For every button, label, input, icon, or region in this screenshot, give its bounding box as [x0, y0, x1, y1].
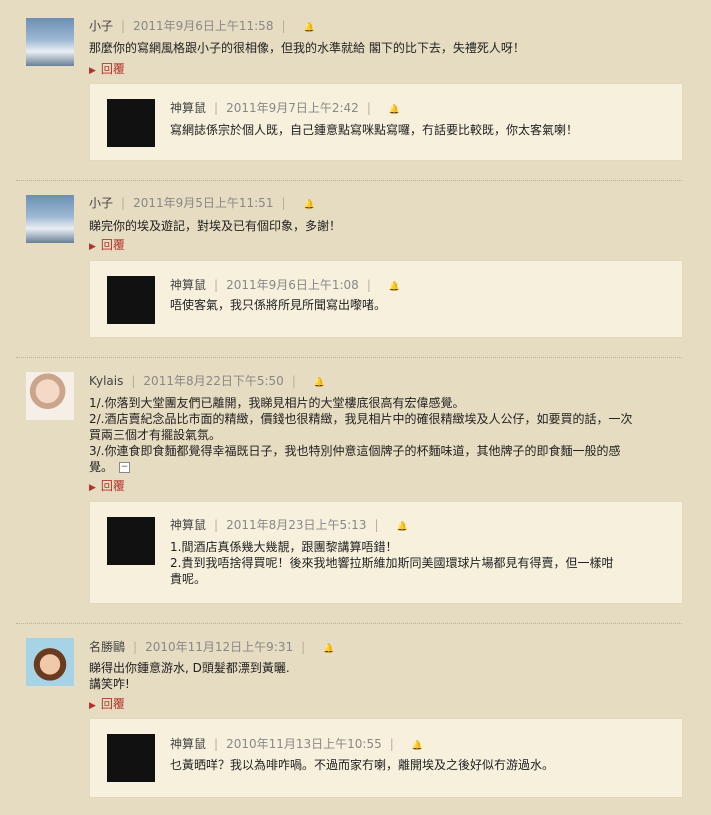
bell-icon[interactable]: 🔔 [412, 737, 423, 755]
divider [16, 357, 682, 358]
reply-line: 乜黃晒咩？我以為啡咋喎。不過而家冇喇，離開埃及之後好似冇游過水。 [170, 758, 555, 772]
reply-label: 回覆 [100, 238, 125, 252]
reply-label: 回覆 [100, 62, 125, 76]
bell-icon[interactable]: 🔔 [397, 518, 408, 536]
reply-date[interactable]: 2011年8月23日上午5:13 [226, 518, 366, 532]
bell-icon[interactable]: 🔔 [389, 278, 400, 296]
separator: | [301, 640, 306, 654]
reply-author[interactable]: 神算鼠 [170, 737, 206, 751]
comment-line: 1/.你落到大堂團友們已離開，我睇見相片的大堂樓底很高有宏偉感覺。 [89, 396, 465, 410]
comment-body: 睇得出你鍾意游水, D頭髮都漂到黃曬. 講笑咋! [89, 660, 290, 692]
comment-line-last: 覺。 − [89, 460, 131, 474]
reply-box: 神算鼠 | 2011年9月6日上午1:08 | 🔔 唔使客氣，我只係將所見所聞寫出嚟啫。 [89, 260, 683, 338]
comment-author[interactable]: 名勝鷗 [89, 640, 125, 654]
caret-right-icon: ▶ [89, 483, 96, 493]
reply-meta: 神算鼠 | 2011年9月7日上午2:42 | 🔔 [170, 99, 400, 117]
reply-button[interactable]: ▶ 回覆 [89, 61, 125, 77]
separator: | [214, 518, 219, 532]
reply-author[interactable]: 神算鼠 [170, 101, 206, 115]
reply-label: 回覆 [100, 697, 125, 711]
divider [16, 180, 682, 181]
comment-date[interactable]: 2011年8月22日下午5:50 [143, 374, 283, 388]
comment-line: 睇得出你鍾意游水, D頭髮都漂到黃曬. [89, 661, 290, 675]
avatar[interactable] [107, 276, 155, 324]
separator: | [389, 737, 394, 751]
avatar[interactable] [26, 195, 74, 243]
reply-body: 1.間酒店真係幾大幾靚，跟團黎講算唔錯！ 2.貴到我唔捨得買呢！後來我地響拉斯維… [170, 539, 613, 587]
separator: | [121, 19, 126, 33]
reply-line: 1.間酒店真係幾大幾靚，跟團黎講算唔錯！ [170, 540, 398, 554]
separator: | [133, 640, 138, 654]
separator: | [214, 101, 219, 115]
divider [16, 623, 682, 624]
bell-icon[interactable]: 🔔 [389, 101, 400, 119]
comment-date[interactable]: 2011年9月5日上午11:51 [133, 196, 273, 210]
reply-author[interactable]: 神算鼠 [170, 278, 206, 292]
comment-body: 1/.你落到大堂團友們已離開，我睇見相片的大堂樓底很高有宏偉感覺。 2/.酒店賣… [89, 395, 633, 475]
reply-meta: 神算鼠 | 2011年9月6日上午1:08 | 🔔 [170, 276, 400, 294]
reply-line: 寫網誌係宗於個人既，自己鍾意點寫咪點寫囉，冇話要比較既，你太客氣喇！ [170, 123, 579, 137]
separator: | [121, 196, 126, 210]
separator: | [374, 518, 379, 532]
comment-body: 那麼你的寫網風格跟小子的很相像，但我的水準就給 閣下的比下去，失禮死人呀！ [89, 40, 525, 56]
reply-body: 乜黃晒咩？我以為啡咋喎。不過而家冇喇，離開埃及之後好似冇游過水。 [170, 757, 554, 773]
caret-right-icon: ▶ [89, 66, 96, 76]
reply-line: 唔使客氣，我只係將所見所聞寫出嚟啫。 [170, 298, 387, 312]
reply-box: 神算鼠 | 2010年11月13日上午10:55 | 🔔 乜黃晒咩？我以為啡咋喎。不過而… [89, 718, 683, 798]
comment-line: 3/.你連食即食麵都覺得幸福既日子，我也特別仲意這個牌子的杯麵味道，其他牌子的即… [89, 444, 621, 458]
comment-author[interactable]: 小子 [89, 196, 113, 210]
reply-date[interactable]: 2011年9月6日上午1:08 [226, 278, 359, 292]
comment-author[interactable]: 小子 [89, 19, 113, 33]
reply-date[interactable]: 2011年9月7日上午2:42 [226, 101, 359, 115]
comment-line: 2/.酒店賣紀念品比市面的精緻，價錢也很精緻，我見相片中的確很精緻埃及人公仔，如… [89, 412, 633, 426]
caret-right-icon: ▶ [89, 701, 96, 711]
comment-meta: 小子 | 2011年9月6日上午11:58 | 🔔 [89, 17, 315, 35]
comment-date[interactable]: 2011年9月6日上午11:58 [133, 19, 273, 33]
reply-body: 唔使客氣，我只係將所見所聞寫出嚟啫。 [170, 297, 386, 313]
separator: | [281, 19, 286, 33]
comment-meta: 小子 | 2011年9月5日上午11:51 | 🔔 [89, 194, 315, 212]
reply-box: 神算鼠 | 2011年9月7日上午2:42 | 🔔 寫網誌係宗於個人既，自己鍾意點寫咪點… [89, 83, 683, 161]
comment-date[interactable]: 2010年11月12日上午9:31 [145, 640, 293, 654]
comment-body: 睇完你的埃及遊記，對埃及已有個印象，多謝！ [89, 218, 341, 234]
avatar[interactable] [107, 99, 155, 147]
separator: | [214, 278, 219, 292]
reply-date[interactable]: 2010年11月13日上午10:55 [226, 737, 382, 751]
bell-icon[interactable]: 🔔 [304, 19, 315, 37]
avatar[interactable] [107, 734, 155, 782]
comment-line: 睇完你的埃及遊記，對埃及已有個印象，多謝！ [89, 219, 342, 233]
comment-line: 那麼你的寫網風格跟小子的很相像，但我的水準就給 閣下的比下去，失禮死人呀！ [89, 41, 525, 55]
reply-button[interactable]: ▶ 回覆 [89, 696, 125, 712]
reply-author[interactable]: 神算鼠 [170, 518, 206, 532]
separator: | [131, 374, 136, 388]
avatar[interactable] [26, 18, 74, 66]
reply-body: 寫網誌係宗於個人既，自己鍾意點寫咪點寫囉，冇話要比較既，你太客氣喇！ [170, 122, 578, 138]
reply-box: 神算鼠 | 2011年8月23日上午5:13 | 🔔 1.間酒店真係幾大幾靚，跟團黎講算… [89, 501, 683, 604]
comment-line: 買兩三個才有擺設氣氛。 [89, 428, 222, 442]
reply-button[interactable]: ▶ 回覆 [89, 237, 125, 253]
avatar[interactable] [26, 638, 74, 686]
separator: | [366, 101, 371, 115]
bell-icon[interactable]: 🔔 [314, 374, 325, 392]
comment-meta: 名勝鷗 | 2010年11月12日上午9:31 | 🔔 [89, 638, 334, 656]
avatar[interactable] [26, 372, 74, 420]
bell-icon[interactable]: 🔔 [323, 640, 334, 658]
reply-button[interactable]: ▶ 回覆 [89, 478, 125, 494]
separator: | [291, 374, 296, 388]
separator: | [366, 278, 371, 292]
reply-meta: 神算鼠 | 2011年8月23日上午5:13 | 🔔 [170, 516, 408, 534]
separator: | [214, 737, 219, 751]
caret-right-icon: ▶ [89, 242, 96, 252]
avatar[interactable] [107, 517, 155, 565]
separator: | [281, 196, 286, 210]
comment-author[interactable]: Kylais [89, 374, 123, 388]
bell-icon[interactable]: 🔔 [304, 196, 315, 214]
reply-line: 貴呢。 [170, 572, 207, 586]
comment-meta: Kylais | 2011年8月22日下午5:50 | 🔔 [89, 372, 325, 390]
collapse-icon[interactable]: − [119, 462, 131, 473]
reply-label: 回覆 [100, 479, 125, 493]
comment-line: 講笑咋! [89, 677, 130, 691]
reply-meta: 神算鼠 | 2010年11月13日上午10:55 | 🔔 [170, 735, 423, 753]
reply-line: 2.貴到我唔捨得買呢！後來我地響拉斯維加斯同美國環球片場都見有得賣，但一樣咁 [170, 556, 614, 570]
